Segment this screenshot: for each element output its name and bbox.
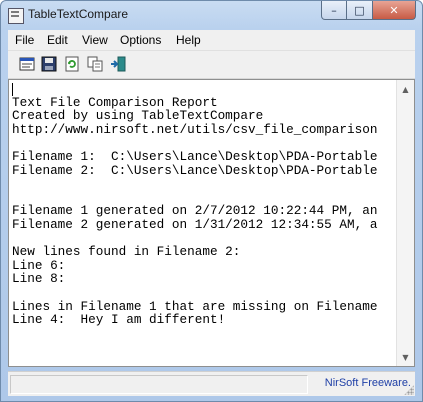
report-line: Created by using TableTextCompare [12,108,264,124]
save-button[interactable] [40,55,58,73]
menu-help[interactable]: Help [176,33,201,47]
minimize-button[interactable]: – [321,1,347,20]
minimize-icon: – [331,3,337,17]
report-button[interactable] [18,55,36,73]
report-line [12,177,398,191]
exit-icon [111,56,126,72]
report-line: Line 4: Hey I am different! [12,312,226,328]
report-view[interactable]: Text File Comparison Report Created by us… [8,79,415,367]
refresh-icon [65,56,79,72]
report-line [12,191,398,205]
report-icon [19,57,35,71]
refresh-button[interactable] [63,55,81,73]
report-line: Filename 1: C:\Users\Lance\Desktop\PDA-P… [12,148,378,164]
report-line: Line 8: [12,271,66,287]
copy-icon [87,56,103,72]
close-icon: ✕ [389,3,399,17]
menu-edit[interactable]: Edit [47,33,68,47]
report-line [12,286,398,300]
copy-button[interactable] [86,55,104,73]
report-line [12,232,398,246]
report-line: Filename 1 generated on 2/7/2012 10:22:4… [12,203,378,219]
title-bar[interactable]: TableTextCompare – □ ✕ [1,1,422,29]
maximize-button[interactable]: □ [347,1,373,20]
menu-view[interactable]: View [82,33,108,47]
window-title: TableTextCompare [28,7,129,21]
report-line: Filename 2: C:\Users\Lance\Desktop\PDA-P… [12,162,378,178]
report-line: New lines found in Filename 2: [12,244,241,260]
app-window: TableTextCompare – □ ✕ File Edit View Op… [0,0,423,402]
menu-bar: File Edit View Options Help [8,30,415,51]
menu-options[interactable]: Options [120,33,161,47]
save-icon [41,56,57,72]
nirsoft-link[interactable]: NirSoft Freeware. [325,377,411,389]
status-panel [10,375,308,394]
maximize-icon: □ [354,3,365,17]
report-line: Text File Comparison Report [12,94,218,110]
report-line: Lines in Filename 1 that are missing on … [12,298,378,314]
text-caret [12,83,13,96]
report-line: Line 6: [12,257,66,273]
close-button[interactable]: ✕ [373,1,416,20]
scroll-up-arrow-icon[interactable]: ▲ [399,82,412,96]
report-line [12,136,398,150]
exit-button[interactable] [109,55,127,73]
report-text[interactable]: Text File Comparison Report Created by us… [12,82,398,362]
menu-file[interactable]: File [15,33,34,47]
report-line: Filename 2 generated on 1/31/2012 12:34:… [12,216,378,232]
toolbar [8,51,415,79]
status-bar: NirSoft Freeware. [8,371,415,396]
caption-buttons: – □ ✕ [321,1,416,21]
report-line: http://www.nirsoft.net/utils/csv_file_co… [12,121,378,137]
vertical-scrollbar[interactable]: ▲ ▼ [396,80,414,366]
app-icon[interactable] [8,8,24,24]
scroll-down-arrow-icon[interactable]: ▼ [399,350,412,364]
